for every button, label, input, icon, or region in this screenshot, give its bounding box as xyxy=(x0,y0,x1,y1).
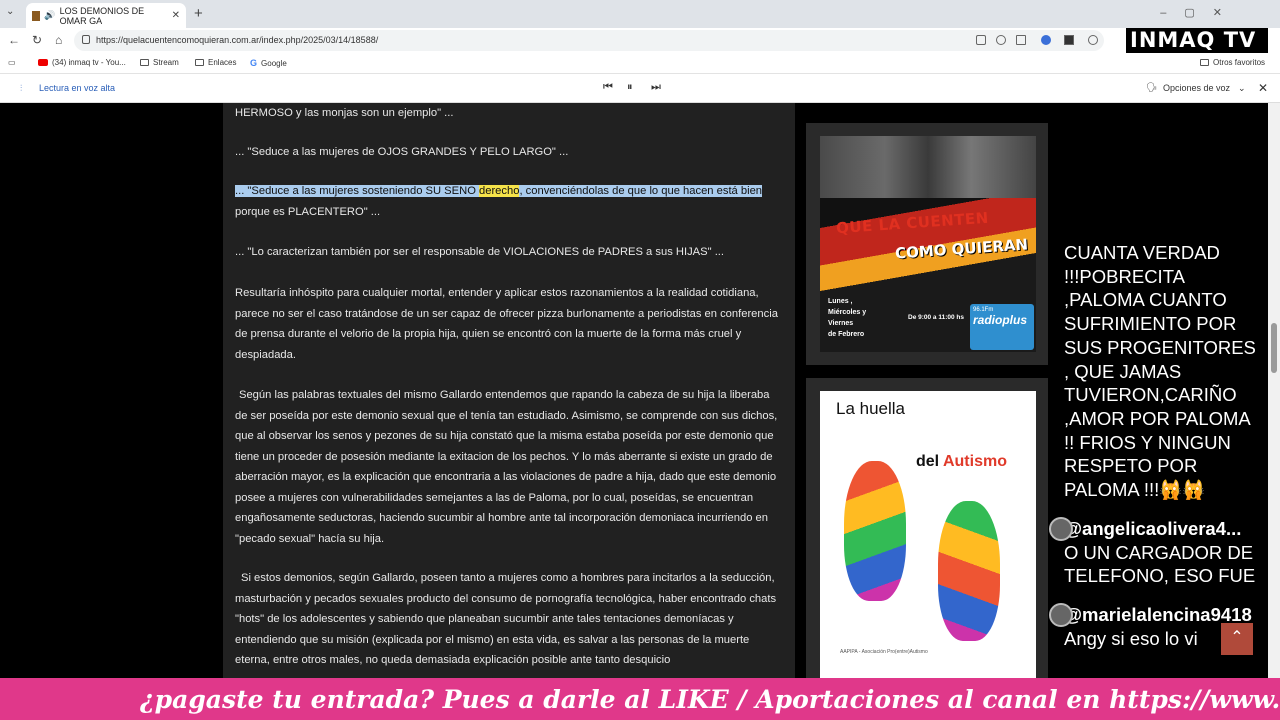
highlight-text: , convenciéndolas de que lo que hacen es… xyxy=(519,185,763,197)
current-word: derecho xyxy=(479,185,520,197)
volume-icon[interactable] xyxy=(1064,35,1074,45)
folder-icon xyxy=(140,59,149,66)
other-favorites[interactable]: Otros favoritos xyxy=(1200,58,1265,67)
avatar xyxy=(1049,603,1073,627)
autism-title: La huella xyxy=(836,399,906,418)
url-field[interactable]: https://quelacuentencomoquieran.com.ar/i… xyxy=(74,30,1104,51)
bookmark-stream[interactable]: Stream xyxy=(140,58,179,67)
address-bar-row: ← ↻ ⌂ https://quelacuentencomoquieran.co… xyxy=(0,28,1280,53)
speaker-icon[interactable]: 🔊 xyxy=(44,10,55,21)
back-icon[interactable]: ← xyxy=(8,33,20,47)
home-icon[interactable]: ⌂ xyxy=(55,33,62,47)
inmaq-tv-logo: INMAQ TV xyxy=(1126,28,1268,54)
bookmark-label: Enlaces xyxy=(208,58,237,67)
paragraph: Según las palabras textuales del mismo G… xyxy=(235,389,778,545)
chat-username: @angelicaolivera4... xyxy=(1064,518,1242,539)
site-info-icon[interactable] xyxy=(82,35,90,44)
paragraph: Si estos demonios, según Gallardo, posee… xyxy=(235,572,777,666)
highlighted-paragraph: ... "Seduce a las mujeres sosteniendo SU… xyxy=(235,181,785,222)
radio-name: radioplus xyxy=(973,313,1028,327)
logo-text: INMAQ TV xyxy=(1130,28,1257,52)
previous-icon[interactable]: ⏮ xyxy=(603,81,613,94)
show-hours: De 9:00 a 11:00 hs xyxy=(908,314,965,321)
read-aloud-icon[interactable] xyxy=(976,35,986,45)
sidebar: QUE LA CUENTEN COMO QUIERAN Lunes , Miér… xyxy=(806,123,1048,678)
bookmark-youtube[interactable]: (34) inmaq tv - You... xyxy=(38,58,126,67)
chat-message: @angelicaolivera4... O UN CARGADOR DE TE… xyxy=(1049,517,1264,588)
avatar xyxy=(1049,517,1073,541)
site-favicon xyxy=(32,10,41,21)
paragraph: Resultaría inhóspito para cualquier mort… xyxy=(235,287,778,361)
article-body: HERMOSO y las monjas son un ejemplo" ...… xyxy=(223,103,795,678)
highlight-text: ... "Seduce a las mujeres sosteniendo SU… xyxy=(235,185,480,197)
reload-icon[interactable]: ↻ xyxy=(32,33,42,47)
chevron-down-icon[interactable]: ⌄ xyxy=(1238,83,1246,94)
read-aloud-wave-icon: ⫶ xyxy=(20,83,23,93)
tab-actions-icon[interactable]: ⌄ xyxy=(6,6,14,17)
collections-icon[interactable]: ▭ xyxy=(8,58,16,67)
live-chat-overlay: CUANTA VERDAD !!!POBRECITA ,PALOMA CUANT… xyxy=(1048,103,1268,678)
puzzle-footprint-right xyxy=(938,501,1000,641)
radio-show-banner[interactable]: QUE LA CUENTEN COMO QUIERAN Lunes , Miér… xyxy=(806,123,1048,365)
url-text: https://quelacuentencomoquieran.com.ar/i… xyxy=(96,35,379,45)
scrollbar-thumb[interactable] xyxy=(1271,323,1277,373)
association-name: AAPIPA - Asociación Pro(entre)Autismo xyxy=(840,649,928,655)
chat-message: CUANTA VERDAD !!!POBRECITA ,PALOMA CUANT… xyxy=(1064,242,1256,501)
window-controls[interactable]: –▢✕ xyxy=(1160,6,1240,19)
next-icon[interactable]: ⏭ xyxy=(651,81,661,94)
extension-icon[interactable] xyxy=(996,35,1006,45)
chevron-up-icon: ⌃ xyxy=(1230,629,1244,646)
bookmarks-bar: ▭ (34) inmaq tv - You... Stream Enlaces … xyxy=(0,53,1280,74)
read-aloud-bar: ⫶ Lectura en voz alta ⏮ ⏸ ⏭ 🗣 Opciones d… xyxy=(0,74,1280,103)
close-tab-icon[interactable]: ✕ xyxy=(172,10,180,21)
google-icon: G xyxy=(250,58,258,68)
folder-icon xyxy=(195,59,204,66)
other-favorites-label: Otros favoritos xyxy=(1213,58,1266,67)
autism-poster: La huella del Autismo AAPIPA - Asociació… xyxy=(820,391,1036,678)
bookmark-enlaces[interactable]: Enlaces xyxy=(195,58,236,67)
bookmark-google[interactable]: G Google xyxy=(250,58,287,68)
puzzle-footprint-left xyxy=(844,461,906,601)
read-aloud-label: Lectura en voz alta xyxy=(39,83,116,93)
paragraph-text: porque es PLACENTERO" ... xyxy=(235,205,381,218)
youtube-icon xyxy=(38,59,48,66)
tab-title: LOS DEMONIOS DE OMAR GA xyxy=(59,5,145,26)
subtitle-highlight: Autismo xyxy=(942,453,1007,470)
refresh-ext-icon[interactable] xyxy=(1088,35,1098,45)
browser-tab[interactable]: 🔊 LOS DEMONIOS DE OMAR GA ✕ xyxy=(26,3,186,28)
paragraph: HERMOSO y las monjas son un ejemplo" ... xyxy=(235,107,454,119)
folder-icon xyxy=(1200,59,1209,66)
radio-logo: 96.1Fm radioplus xyxy=(970,304,1034,350)
autism-banner[interactable]: La huella del Autismo AAPIPA - Asociació… xyxy=(806,378,1048,678)
paragraph: ... "Lo caracterizan también por ser el … xyxy=(235,246,725,258)
bookmark-label: (34) inmaq tv - You... xyxy=(52,58,126,67)
page-scrollbar[interactable] xyxy=(1268,103,1280,678)
chat-text: O UN CARGADOR DE TELEFONO, ESO FUE xyxy=(1064,541,1256,587)
tab-bar: ⌄ 🔊 LOS DEMONIOS DE OMAR GA ✕ + –▢✕ xyxy=(0,0,1280,28)
favorite-star-icon[interactable] xyxy=(1016,35,1026,45)
close-icon[interactable]: ✕ xyxy=(1258,81,1268,95)
profile-icon[interactable] xyxy=(1041,35,1051,45)
stream-ticker: ¿pagaste tu entrada? Pues a darle al LIK… xyxy=(0,678,1280,720)
bookmark-label: Google xyxy=(261,58,287,68)
autism-subtitle: del Autismo xyxy=(916,453,1007,471)
scroll-to-top-button[interactable]: ⌃ xyxy=(1221,623,1253,655)
hosts-photo xyxy=(820,136,1036,198)
pause-icon[interactable]: ⏸ xyxy=(627,81,633,94)
bookmark-label: Stream xyxy=(153,58,179,67)
paragraph: ... "Seduce a las mujeres de OJOS GRANDE… xyxy=(235,146,569,158)
new-tab-icon[interactable]: + xyxy=(194,5,203,22)
show-days: Lunes , Miércoles y Viernes de Febrero xyxy=(828,298,867,338)
voice-options-button[interactable]: Opciones de voz xyxy=(1163,83,1230,93)
voice-options-icon[interactable]: 🗣 xyxy=(1146,82,1157,93)
show-poster: QUE LA CUENTEN COMO QUIERAN Lunes , Miér… xyxy=(820,136,1036,352)
subtitle-part: del xyxy=(916,453,943,470)
